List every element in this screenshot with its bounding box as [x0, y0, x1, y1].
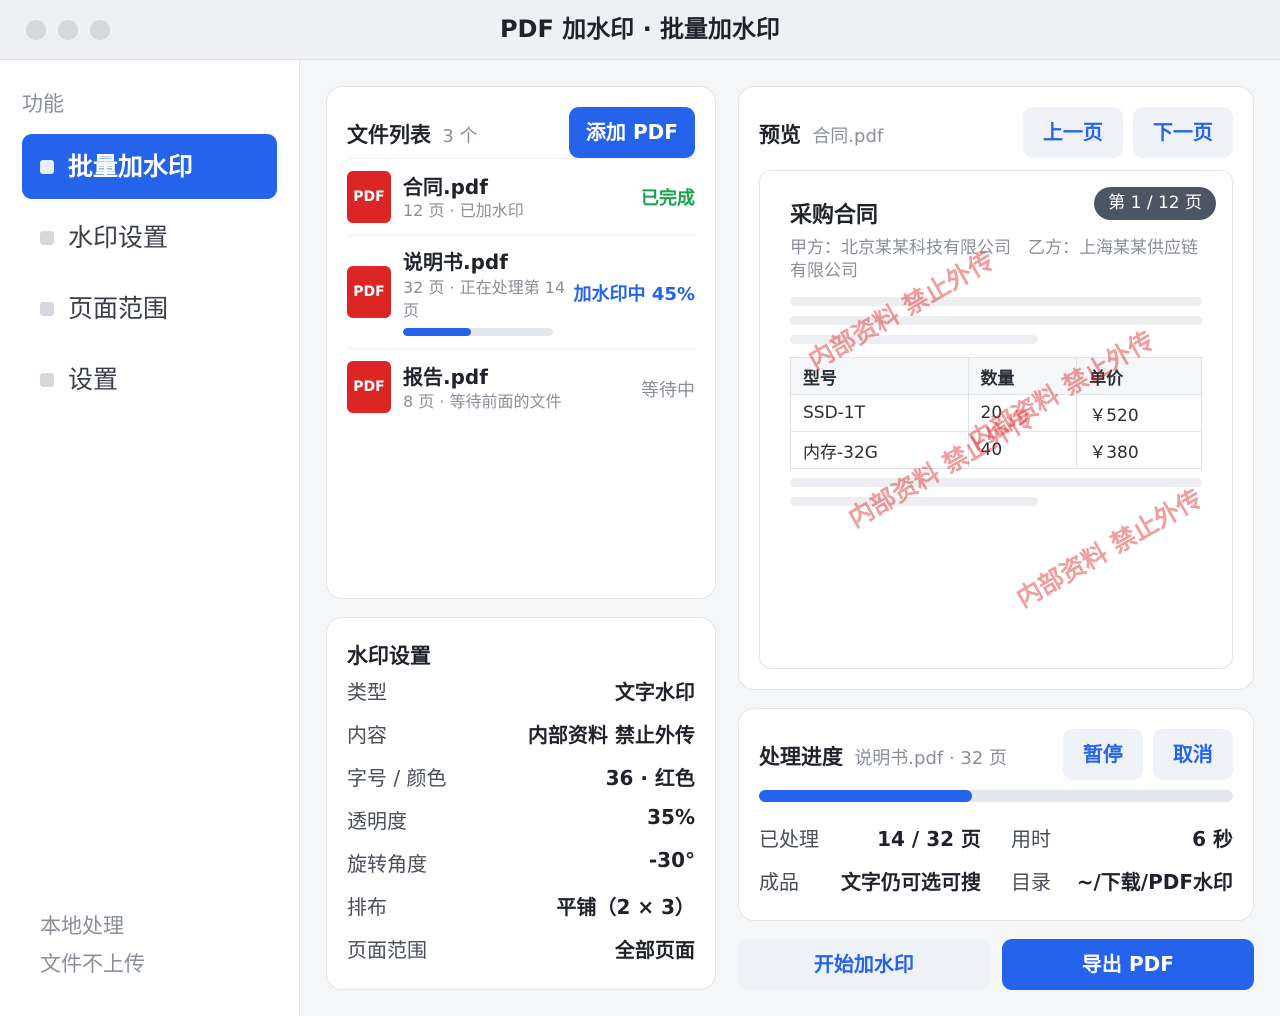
directory-value: ~/下载/PDF水印 — [1076, 870, 1233, 894]
setting-row-layout[interactable]: 排布 平铺（2 × 3） — [347, 891, 695, 921]
sidebar-item-watermark-settings[interactable]: 水印设置 — [22, 205, 277, 270]
sidebar: 功能 批量加水印 水印设置 页面范围 设置 本地处理 文件不上传 — [0, 60, 300, 1016]
setting-row-opacity[interactable]: 透明度 35% — [347, 805, 695, 835]
progress-title-text: 处理进度 — [759, 745, 843, 769]
table-cell: ￥380 — [1076, 431, 1202, 469]
cancel-button[interactable]: 取消 — [1153, 729, 1233, 780]
setting-value: 全部页面 — [615, 938, 695, 962]
setting-key: 排布 — [347, 895, 387, 919]
sidebar-item-label: 页面范围 — [68, 294, 169, 323]
pdf-file-icon: PDF — [347, 361, 391, 413]
file-status: 加水印中 45% — [573, 284, 695, 305]
watermark-settings-title: 水印设置 — [347, 644, 431, 668]
setting-key: 内容 — [347, 723, 387, 747]
sidebar-item-label: 设置 — [68, 365, 119, 394]
file-status: 已完成 — [641, 188, 695, 209]
sidebar-heading: 功能 — [22, 92, 64, 116]
file-meta: 32 页 · 正在处理第 14 页 — [403, 278, 566, 320]
nav-bullet-icon — [40, 373, 54, 387]
overall-progress-fill — [759, 790, 973, 802]
file-list-title: 文件列表 3 个 — [347, 119, 478, 149]
setting-row-type[interactable]: 类型 文字水印 — [347, 676, 695, 706]
file-progress-bar — [403, 328, 553, 336]
elapsed-label: 用时 — [1011, 827, 1051, 851]
preview-title-text: 预览 — [759, 123, 801, 147]
text-placeholder-line — [790, 297, 1202, 306]
setting-row-rotation[interactable]: 旋转角度 -30° — [347, 848, 695, 878]
sidebar-footer-local: 本地处理 — [40, 914, 124, 938]
page-indicator-badge: 第 1 / 12 页 — [1094, 187, 1216, 220]
table-cell: ￥520 — [1076, 394, 1202, 432]
setting-value: 内部资料 禁止外传 — [528, 723, 695, 747]
file-progress-fill — [403, 328, 471, 336]
file-meta: 8 页 · 等待前面的文件 — [403, 392, 562, 411]
progress-card: 处理进度 说明书.pdf · 32 页 暂停 取消 已处理 14 / 32 页 … — [738, 708, 1254, 921]
prev-page-button[interactable]: 上一页 — [1023, 107, 1123, 158]
watermark-settings-card: 水印设置 类型 文字水印 内容 内部资料 禁止外传 字号 / 颜色 36 · 红… — [326, 617, 716, 990]
preview-card: 预览 合同.pdf 上一页 下一页 第 1 / 12 页 采购合同 甲方：北京某… — [738, 86, 1254, 690]
file-row[interactable]: PDF 报告.pdf 8 页 · 等待前面的文件 等待中 — [347, 348, 695, 428]
sidebar-item-page-range[interactable]: 页面范围 — [22, 276, 277, 341]
watermark-text: 内部资料 禁止外传 — [1011, 483, 1207, 614]
nav-bullet-icon — [40, 302, 54, 316]
pause-button[interactable]: 暂停 — [1063, 729, 1143, 780]
text-placeholder-line — [790, 478, 1202, 487]
setting-key: 页面范围 — [347, 938, 427, 962]
file-list-card: 文件列表 3 个 添加 PDF PDF 合同.pdf 12 页 · 已加水印 已… — [326, 86, 716, 599]
document-preview: 第 1 / 12 页 采购合同 甲方：北京某某科技有限公司 乙方：上海某某供应链… — [759, 170, 1233, 669]
file-name: 说明书.pdf — [403, 250, 508, 274]
setting-value: 35% — [647, 805, 695, 829]
progress-file-info: 说明书.pdf · 32 页 — [854, 748, 1008, 769]
directory-label: 目录 — [1011, 870, 1051, 894]
start-watermark-button[interactable]: 开始加水印 — [738, 939, 990, 990]
file-row[interactable]: PDF 合同.pdf 12 页 · 已加水印 已完成 — [347, 158, 695, 235]
document-parties: 甲方：北京某某科技有限公司 乙方：上海某某供应链有限公司 — [790, 238, 1198, 281]
setting-key: 旋转角度 — [347, 852, 427, 876]
nav-bullet-icon — [40, 231, 54, 245]
setting-key: 字号 / 颜色 — [347, 766, 447, 790]
output-label: 成品 — [759, 870, 799, 894]
setting-value: -30° — [648, 848, 695, 872]
progress-title: 处理进度 说明书.pdf · 32 页 — [759, 741, 1007, 771]
window-title: PDF 加水印 · 批量加水印 — [499, 15, 781, 43]
export-pdf-button[interactable]: 导出 PDF — [1002, 939, 1254, 990]
file-name: 合同.pdf — [403, 175, 488, 199]
document-title: 采购合同 — [790, 203, 879, 228]
file-count: 3 个 — [442, 126, 478, 147]
preview-title: 预览 合同.pdf — [759, 119, 883, 149]
setting-row-page-range[interactable]: 页面范围 全部页面 — [347, 934, 695, 964]
next-page-button[interactable]: 下一页 — [1133, 107, 1233, 158]
sidebar-footer-no-upload: 文件不上传 — [40, 952, 145, 976]
nav-bullet-icon — [40, 160, 54, 174]
pdf-file-icon: PDF — [347, 171, 391, 223]
processed-value: 14 / 32 页 — [877, 827, 981, 851]
add-pdf-button[interactable]: 添加 PDF — [569, 107, 695, 158]
sidebar-item-label: 水印设置 — [68, 223, 169, 252]
file-status: 等待中 — [641, 380, 695, 401]
setting-value: 平铺（2 × 3） — [556, 895, 695, 919]
file-name: 报告.pdf — [403, 365, 488, 389]
setting-row-size-color[interactable]: 字号 / 颜色 36 · 红色 — [347, 762, 695, 792]
setting-key: 类型 — [347, 680, 387, 704]
file-row[interactable]: PDF 说明书.pdf 32 页 · 正在处理第 14 页 加水印中 45% — [347, 235, 695, 348]
sidebar-item-label: 批量加水印 — [68, 152, 194, 181]
setting-row-content[interactable]: 内容 内部资料 禁止外传 — [347, 719, 695, 749]
sidebar-item-settings[interactable]: 设置 — [22, 347, 277, 412]
processed-label: 已处理 — [759, 827, 819, 851]
overall-progress-bar — [759, 790, 1233, 802]
pdf-file-icon: PDF — [347, 266, 391, 318]
elapsed-value: 6 秒 — [1192, 827, 1233, 851]
file-meta: 12 页 · 已加水印 — [403, 201, 524, 220]
setting-value: 36 · 红色 — [605, 766, 695, 790]
output-value: 文字仍可选可搜 — [841, 870, 981, 894]
setting-value: 文字水印 — [615, 680, 695, 704]
sidebar-item-batch-watermark[interactable]: 批量加水印 — [22, 134, 277, 199]
preview-file-name: 合同.pdf — [812, 126, 884, 147]
file-list-title-text: 文件列表 — [347, 123, 431, 147]
title-bar: PDF 加水印 · 批量加水印 — [0, 0, 1280, 60]
table-cell: SSD-1T — [790, 394, 969, 432]
setting-key: 透明度 — [347, 809, 407, 833]
